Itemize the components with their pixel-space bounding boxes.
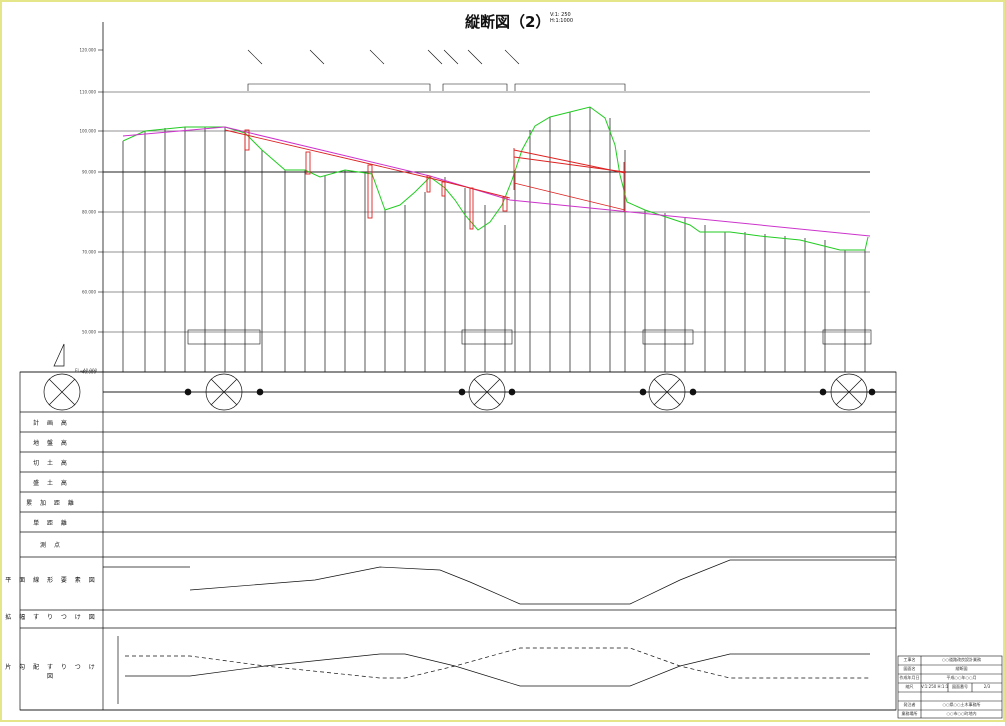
curve-indicators [43,373,896,411]
tb-org-label: 発注者 [903,702,916,707]
plan-grade-line [122,126,871,237]
elevation-tick-label: 60.000 [82,290,96,295]
elevation-tick-label: 70.000 [82,250,96,255]
elevation-tick-label: 50.000 [82,330,96,335]
sheet-frame [0,0,1005,722]
drawing-scale: V:1: 250 H:1:1000 [550,12,573,24]
tb-project-label: 工事名 [903,657,916,662]
tb-project: ○○道路改良設計業務 [942,657,981,662]
elevation-tick-label: 120.000 [79,48,96,53]
tb-drawing-label: 図面名 [903,666,916,671]
tb-date: 平成○○年○○月 [946,675,977,680]
elevation-tick-label: 90.000 [82,170,96,175]
row-label: 地 盤 高 [33,440,70,447]
tb-scale-label: 縮尺 [905,684,914,689]
row-label: 切 土 高 [33,460,70,467]
tb-date-label: 作成年月日 [899,675,920,680]
table-frame [19,371,897,711]
elevation-tick-label: 110.000 [79,90,96,95]
superelevation-diagram [117,636,870,704]
row-label: 累 加 距 離 [26,500,77,507]
tb-scale: V:1:250 H:1:1000 [921,684,948,689]
plan-element-diagram [103,559,895,605]
longitudinal-profile-drawing: 120.000 110.000 100.000 90.000 80.000 70.000 6… [0,0,1005,722]
horizontal-scale: H:1:1000 [550,18,574,24]
row-label: 盛 土 高 [33,480,70,487]
drawing-title: 縦断図（2） [465,13,551,31]
row-label: 測 点 [40,542,63,549]
tb-drawing: 縦断図 [955,666,968,671]
north-arrow-icon [53,343,65,367]
row-label: 拡 幅 す り つ け 図 [5,614,98,621]
vertical-curve-brackets [247,49,626,91]
elevation-tick-label: 100.000 [79,129,96,134]
tb-number-label: 図面番号 [952,684,968,689]
tb-org: ○○県○○土木事務所 [942,702,981,707]
elevation-tick-label: 80.000 [82,210,96,215]
tb-number: 2/3 [983,684,991,689]
row-label: 片 勾 配 す り つ け 図 [5,664,98,680]
row-label: 単 距 離 [33,520,70,527]
tb-office: ○○市○○町地内 [946,711,977,716]
elevation-axis: 120.000 110.000 100.000 90.000 80.000 70.000 6… [75,48,103,375]
row-label: 計 画 高 [33,420,70,427]
ground-profile-line [122,106,869,251]
tb-office-label: 業務場所 [901,711,918,716]
data-table [19,371,897,711]
drawing-canvas: 120.000 110.000 100.000 90.000 80.000 70.000 6… [0,0,1005,722]
row-label: 平 面 線 形 要 素 図 [5,577,98,584]
